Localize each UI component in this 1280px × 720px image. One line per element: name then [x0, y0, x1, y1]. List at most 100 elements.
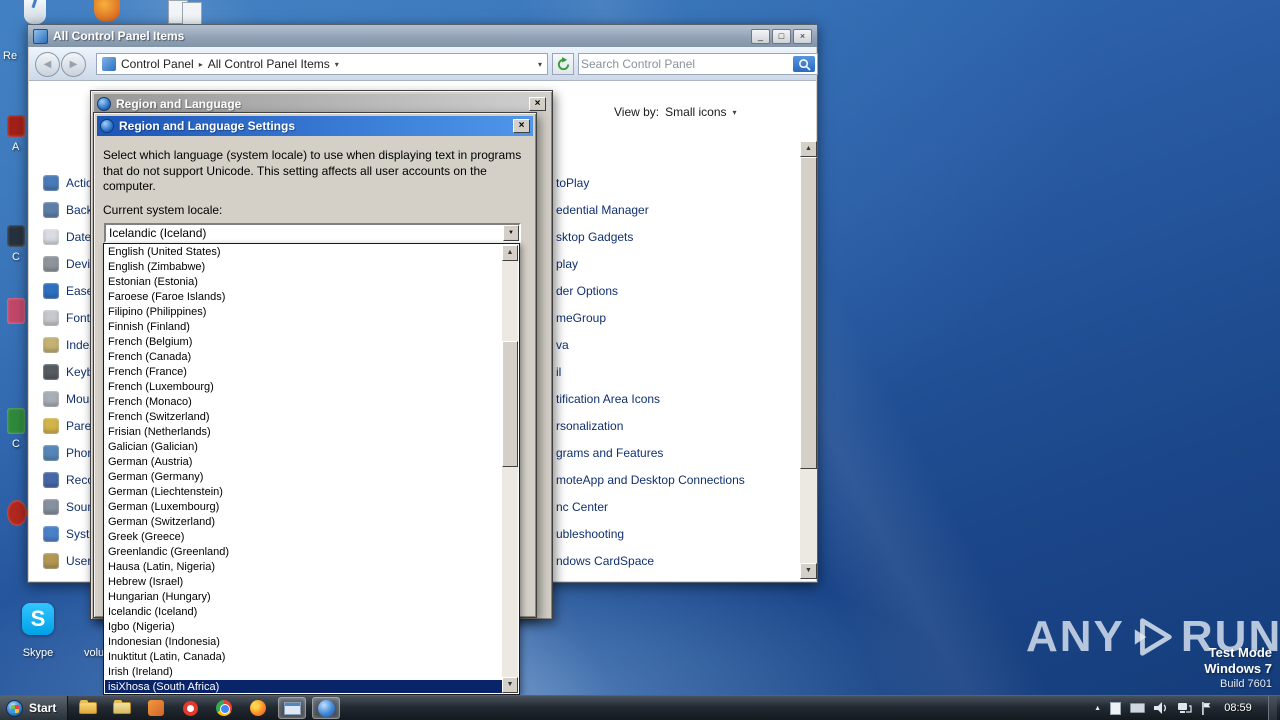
locale-option[interactable]: Irish (Ireland) — [105, 665, 502, 680]
show-desktop-button[interactable] — [1268, 696, 1277, 720]
locale-option[interactable]: Galician (Galician) — [105, 440, 502, 455]
desktop-icon-label-fragment[interactable]: C — [12, 251, 20, 263]
breadcrumb-current[interactable]: All Control Panel Items — [208, 57, 330, 71]
control-panel-item[interactable]: toPlay — [556, 169, 745, 196]
taskbar-opera-button[interactable] — [176, 697, 204, 719]
forward-button[interactable]: ▶ — [61, 52, 86, 77]
locale-option[interactable]: Hausa (Latin, Nigeria) — [105, 560, 502, 575]
locale-option[interactable]: Inuktitut (Latin, Canada) — [105, 650, 502, 665]
desktop-icon-fragment[interactable] — [7, 500, 27, 526]
address-bar[interactable]: Control Panel ▸ All Control Panel Items … — [96, 53, 548, 75]
dialog-titlebar[interactable]: Region and Language × — [94, 94, 549, 114]
tray-keyboard-icon[interactable] — [1130, 703, 1145, 713]
locale-option[interactable]: Finnish (Finland) — [105, 320, 502, 335]
desktop-icon-fragment[interactable] — [7, 225, 25, 247]
address-history-dropdown-icon[interactable]: ▾ — [538, 60, 542, 69]
scrollbar-thumb[interactable] — [800, 157, 817, 469]
taskbar-explorer-window-button[interactable] — [278, 697, 307, 719]
locale-option[interactable]: Igbo (Nigeria) — [105, 620, 502, 635]
tray-document-icon[interactable] — [1110, 701, 1121, 715]
control-panel-item[interactable]: ndows CardSpace — [556, 547, 745, 574]
control-panel-item[interactable]: meGroup — [556, 304, 745, 331]
locale-option[interactable]: German (Austria) — [105, 455, 502, 470]
control-panel-item[interactable]: rsonalization — [556, 412, 745, 439]
palette-desktop-icon[interactable] — [94, 0, 120, 22]
locale-option[interactable]: French (Belgium) — [105, 335, 502, 350]
desktop-icon-fragment[interactable] — [7, 408, 25, 434]
control-panel-item[interactable]: ubleshooting — [556, 520, 745, 547]
control-panel-item[interactable]: edential Manager — [556, 196, 745, 223]
locale-option[interactable]: isiXhosa (South Africa) — [105, 680, 502, 693]
locale-option[interactable]: Filipino (Philippines) — [105, 305, 502, 320]
desktop-icon-fragment[interactable] — [7, 115, 25, 137]
cup-desktop-icon[interactable] — [24, 0, 46, 24]
locale-option[interactable]: German (Luxembourg) — [105, 500, 502, 515]
refresh-button[interactable] — [552, 53, 574, 75]
breadcrumb-separator-icon[interactable]: ▸ — [199, 60, 203, 69]
volume-icon[interactable] — [1154, 702, 1168, 714]
locale-option[interactable]: German (Switzerland) — [105, 515, 502, 530]
network-icon[interactable] — [1177, 702, 1192, 714]
desktop-icon-label-fragment[interactable]: C — [12, 438, 20, 450]
taskbar-chrome-button[interactable] — [210, 697, 238, 719]
control-panel-item[interactable]: moteApp and Desktop Connections — [556, 466, 745, 493]
view-by-dropdown-icon[interactable]: ▾ — [733, 108, 737, 117]
locale-option[interactable]: Greenlandic (Greenland) — [105, 545, 502, 560]
close-button[interactable]: × — [513, 119, 530, 133]
locale-option[interactable]: French (Switzerland) — [105, 410, 502, 425]
close-button[interactable]: × — [529, 97, 546, 111]
documents-desktop-icon[interactable] — [168, 0, 208, 26]
taskbar-firefox-button[interactable] — [244, 697, 272, 719]
combobox-dropdown-icon[interactable]: ▼ — [503, 225, 519, 241]
window-vertical-scrollbar[interactable]: ▲ ▼ — [800, 141, 817, 579]
control-panel-item[interactable]: sktop Gadgets — [556, 223, 745, 250]
search-button[interactable] — [793, 56, 815, 72]
locale-option[interactable]: English (Zimbabwe) — [105, 260, 502, 275]
locale-option[interactable]: German (Liechtenstein) — [105, 485, 502, 500]
control-panel-item[interactable]: play — [556, 250, 745, 277]
locale-option[interactable]: Estonian (Estonia) — [105, 275, 502, 290]
scrollbar-thumb[interactable] — [502, 341, 518, 467]
window-titlebar[interactable]: All Control Panel Items _ □ × — [28, 25, 817, 47]
control-panel-item[interactable]: tification Area Icons — [556, 385, 745, 412]
desktop-icon-label-fragment[interactable]: Re — [3, 50, 17, 62]
view-by-value[interactable]: Small icons — [665, 105, 726, 119]
scroll-up-icon[interactable]: ▲ — [800, 141, 817, 157]
show-hidden-icons-button[interactable]: ▲ — [1094, 705, 1101, 712]
close-button[interactable]: × — [793, 28, 812, 44]
scroll-up-icon[interactable]: ▲ — [502, 245, 518, 261]
locale-option[interactable]: Icelandic (Iceland) — [105, 605, 502, 620]
locale-option[interactable]: Indonesian (Indonesia) — [105, 635, 502, 650]
locale-option[interactable]: French (Canada) — [105, 350, 502, 365]
taskbar-region-dialog-button[interactable] — [312, 697, 341, 719]
system-locale-combobox[interactable]: Icelandic (Iceland) ▼ — [104, 223, 521, 243]
maximize-button[interactable]: □ — [772, 28, 791, 44]
locale-option[interactable]: English (United States) — [105, 245, 502, 260]
taskbar-libraries-button[interactable] — [108, 697, 136, 719]
desktop-icon-fragment[interactable] — [7, 298, 25, 324]
control-panel-item[interactable]: der Options — [556, 277, 745, 304]
locale-option[interactable]: Frisian (Netherlands) — [105, 425, 502, 440]
locale-option[interactable]: Hebrew (Israel) — [105, 575, 502, 590]
dialog-titlebar[interactable]: Region and Language Settings × — [97, 116, 533, 136]
search-input[interactable] — [581, 55, 789, 73]
locale-option[interactable]: French (Monaco) — [105, 395, 502, 410]
taskbar-explorer-button[interactable] — [74, 697, 102, 719]
control-panel-item[interactable]: il — [556, 358, 745, 385]
scroll-down-icon[interactable]: ▼ — [800, 563, 817, 579]
locale-option[interactable]: German (Germany) — [105, 470, 502, 485]
dropdown-scrollbar[interactable]: ▲ ▼ — [502, 245, 518, 693]
taskbar-media-button[interactable] — [142, 697, 170, 719]
desktop-icon-label-fragment[interactable]: A — [12, 141, 19, 153]
skype-desktop-icon[interactable]: S — [22, 603, 54, 635]
locale-option[interactable]: French (Luxembourg) — [105, 380, 502, 395]
breadcrumb-dropdown-icon[interactable]: ▾ — [335, 60, 339, 69]
scroll-down-icon[interactable]: ▼ — [502, 677, 518, 693]
control-panel-item[interactable]: nc Center — [556, 493, 745, 520]
action-center-flag-icon[interactable] — [1201, 701, 1212, 715]
minimize-button[interactable]: _ — [751, 28, 770, 44]
control-panel-item[interactable]: va — [556, 331, 745, 358]
locale-option[interactable]: French (France) — [105, 365, 502, 380]
locale-option[interactable]: Greek (Greece) — [105, 530, 502, 545]
locale-option[interactable]: Hungarian (Hungary) — [105, 590, 502, 605]
